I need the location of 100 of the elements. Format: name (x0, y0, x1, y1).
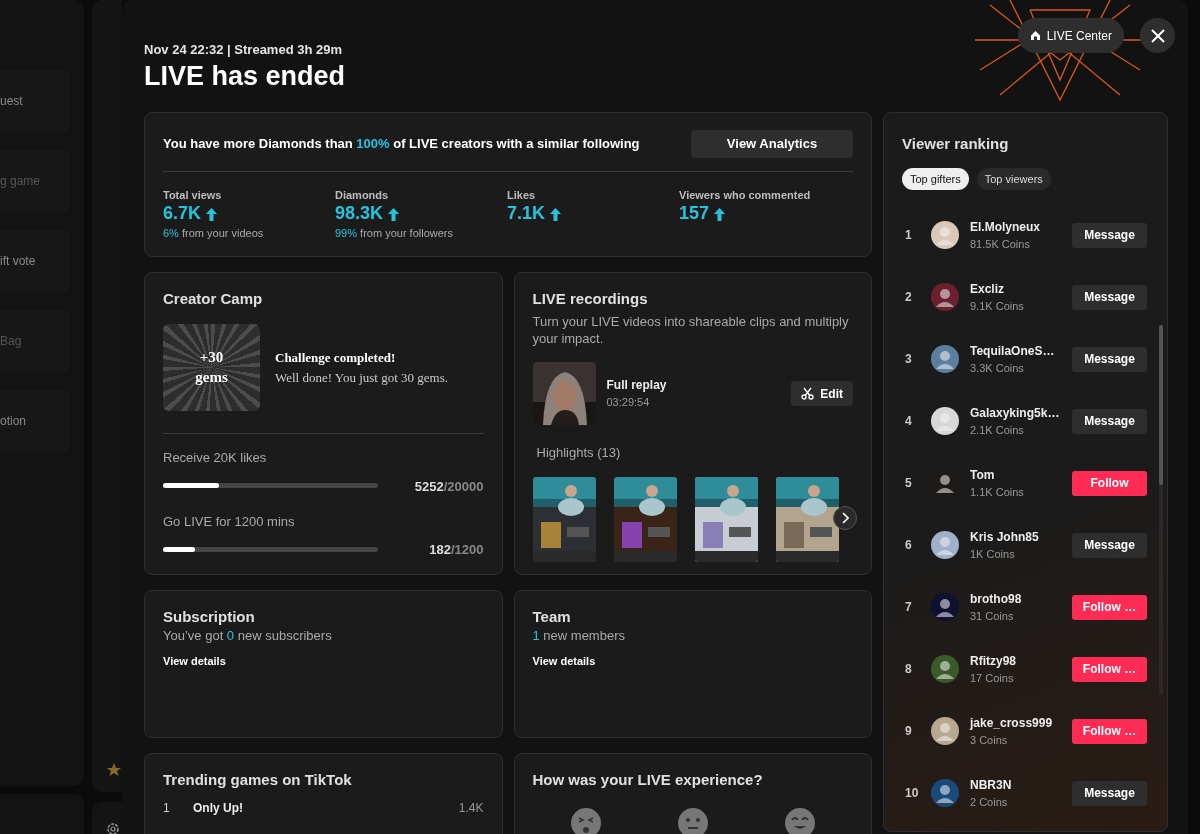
stat-value: 6.7K (163, 203, 202, 225)
rank-number: 5 (904, 475, 913, 493)
sidebar-item[interactable]: otion (0, 390, 70, 452)
view-details-link[interactable]: View details (163, 653, 226, 670)
rank-number: 10 (904, 785, 920, 803)
coin-count: 31 Coins (970, 609, 1015, 625)
chevron-right-icon (841, 511, 849, 524)
viewer-name[interactable]: NBR3N (970, 776, 1072, 795)
members-text: 1 new members (532, 628, 626, 646)
dialog-title: LIVE has ended (144, 59, 346, 92)
goal-count: 5252/20000 (414, 477, 484, 496)
sidebar-item[interactable]: ift vote (0, 230, 70, 292)
recordings-description: Turn your LIVE videos into shareable clips and multiply your impact. (532, 314, 850, 349)
stat-value: 98.3K (335, 203, 384, 225)
star-icon[interactable] (106, 762, 122, 778)
rank-number: 9 (904, 723, 913, 741)
avatar[interactable] (931, 407, 959, 436)
avatar[interactable] (931, 283, 959, 312)
stat-label: Viewers who commented (679, 187, 812, 203)
avatar[interactable] (931, 717, 959, 746)
goal-label: Receive 20K likes (163, 449, 268, 468)
follow-button[interactable]: Follow (1072, 470, 1147, 496)
panel-title: Viewer ranking (902, 133, 1010, 154)
settings-icon[interactable] (106, 821, 120, 834)
up-arrow-icon (388, 207, 400, 221)
home-icon (1029, 30, 1041, 41)
game-name[interactable]: Only Up! (193, 799, 459, 818)
rank-number: 1 (904, 227, 913, 245)
card-title: LIVE recordings (532, 288, 649, 309)
card-title: Trending games on TikTok (163, 769, 353, 790)
stat-label: Total views (163, 187, 223, 203)
card-title: Subscription (163, 606, 256, 627)
viewer-name[interactable]: brotho98 (970, 590, 1072, 609)
avatar[interactable] (931, 221, 959, 250)
viewer-name[interactable]: Rfitzy98 (970, 652, 1072, 671)
highlights-label: Highlights (13) (536, 444, 622, 463)
avatar[interactable] (931, 531, 959, 560)
game-count: 1.4K (458, 800, 484, 818)
message-button[interactable]: Message (1072, 222, 1147, 248)
challenge-text: Well done! You just got 30 gems. (275, 368, 448, 387)
stat-label: Likes (507, 187, 537, 203)
message-button[interactable]: Message (1072, 780, 1147, 806)
close-button[interactable] (1140, 18, 1175, 53)
message-button[interactable]: Message (1072, 532, 1147, 558)
sidebar-item[interactable]: uest (0, 70, 70, 132)
stat-note: 99% from your followers (335, 226, 454, 241)
stat-label: Diamonds (335, 187, 390, 203)
replay-duration: 03:29:54 (606, 395, 651, 411)
viewer-name[interactable]: TequilaOneS… (970, 342, 1072, 361)
live-center-button[interactable]: LIVE Center (1017, 18, 1124, 53)
up-arrow-icon (550, 207, 562, 221)
rank-number: 4 (904, 413, 913, 431)
reward-badge: +30 gems (163, 324, 260, 412)
frowning-face-icon[interactable] (570, 808, 601, 834)
rank-number: 6 (904, 537, 913, 555)
tab[interactable]: Top viewers (976, 168, 1051, 191)
viewer-name[interactable]: Tom (970, 466, 1072, 485)
stat-value: 7.1K (507, 203, 546, 225)
close-icon (1150, 28, 1165, 43)
avatar[interactable] (931, 655, 959, 684)
viewer-name[interactable]: Kris John85 (970, 528, 1072, 547)
up-arrow-icon (206, 207, 218, 221)
next-button[interactable] (833, 505, 857, 530)
smiling-face-icon[interactable] (784, 808, 815, 834)
rank-number: 8 (904, 661, 913, 679)
avatar[interactable] (931, 593, 959, 622)
challenge-title: Challenge completed! (275, 349, 397, 368)
viewer-name[interactable]: jake_cross999 (970, 714, 1072, 733)
diamonds-summary: You have more Diamonds than 100% of LIVE creators with a similar following (163, 135, 640, 154)
avatar[interactable] (931, 345, 959, 374)
subscribers-text: You’ve got 0 new subscribers (163, 628, 333, 646)
viewer-name[interactable]: Excliz (970, 280, 1072, 299)
view-details-link[interactable]: View details (532, 653, 596, 670)
goal-label: Go LIVE for 1200 mins (163, 512, 296, 531)
card-title: Team (532, 606, 572, 627)
viewer-name[interactable]: Galaxyking5k… (970, 404, 1072, 423)
coin-count: 1K Coins (970, 547, 1016, 563)
stat-note: 6% from your videos (163, 226, 265, 241)
coin-count: 2 Coins (970, 795, 1009, 811)
stream-info: Nov 24 22:32 | Streamed 3h 29m (144, 41, 343, 59)
game-rank: 1 (163, 800, 171, 818)
message-button[interactable]: Message (1072, 346, 1147, 372)
message-button[interactable]: Message (1072, 408, 1147, 434)
tab[interactable]: Top gifters (902, 168, 969, 191)
avatar[interactable] (931, 779, 959, 808)
follow-button[interactable]: Follow … (1072, 656, 1147, 682)
card-title: How was your LIVE experience? (532, 769, 764, 790)
follow-button[interactable]: Follow … (1072, 594, 1147, 620)
follow-button[interactable]: Follow … (1072, 718, 1147, 744)
coin-count: 3 Coins (970, 733, 1009, 749)
neutral-face-icon[interactable] (677, 808, 708, 834)
view-analytics-button[interactable]: View Analytics (691, 129, 853, 158)
coin-count: 3.3K Coins (970, 361, 1025, 377)
message-button[interactable]: Message (1072, 284, 1147, 310)
up-arrow-icon (714, 207, 726, 221)
goal-count: 182/1200 (429, 541, 484, 560)
card-title: Creator Camp (163, 288, 264, 309)
viewer-name[interactable]: El.Molyneux (970, 218, 1072, 237)
scrollbar[interactable] (1159, 324, 1163, 695)
edit-button[interactable]: Edit (791, 381, 853, 407)
